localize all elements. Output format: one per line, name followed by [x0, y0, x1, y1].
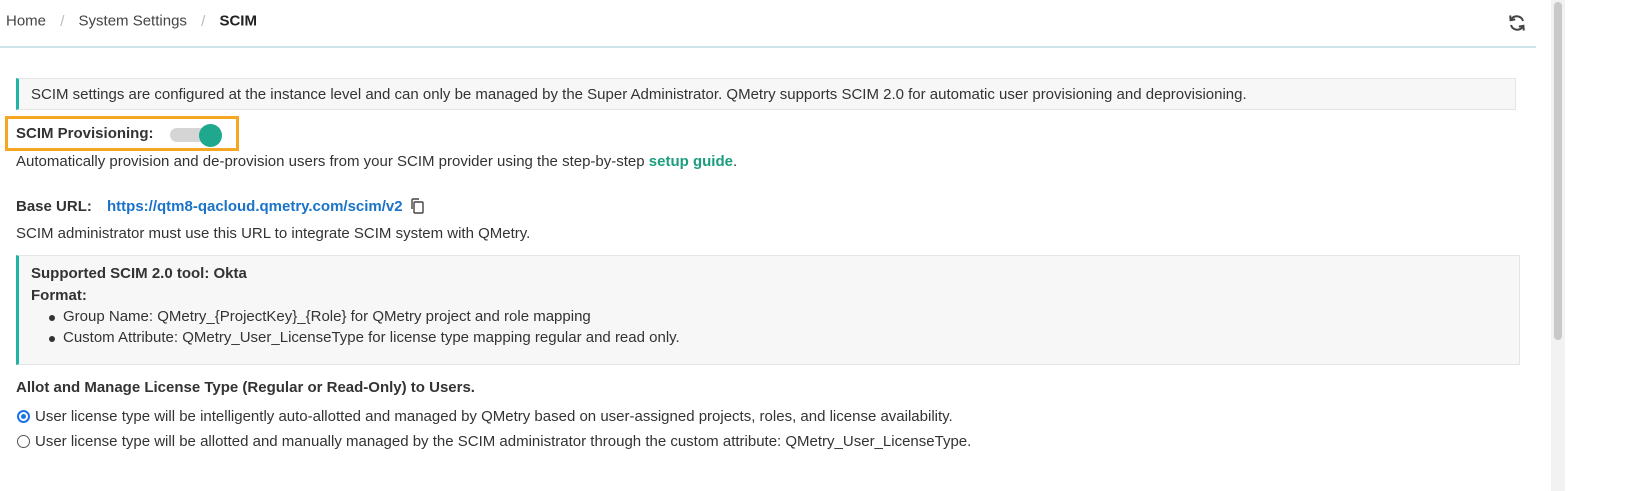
description-text: Automatically provision and de-provision…: [16, 153, 645, 170]
breadcrumb-separator: /: [60, 12, 65, 30]
breadcrumb-system-settings[interactable]: System Settings: [79, 13, 187, 30]
top-bar: Home / System Settings / SCIM: [0, 0, 1536, 48]
breadcrumb: Home / System Settings / SCIM: [6, 12, 257, 30]
base-url-label: Base URL:: [16, 198, 92, 215]
radio-auto[interactable]: [17, 410, 30, 423]
scrollbar-thumb[interactable]: [1554, 2, 1562, 340]
radio-auto-label: User license type will be intelligently …: [35, 408, 953, 425]
license-option-manual[interactable]: User license type will be allotted and m…: [17, 433, 971, 450]
radio-manual-label: User license type will be allotted and m…: [35, 433, 972, 450]
setup-guide-link[interactable]: setup guide: [649, 153, 733, 170]
vertical-scrollbar[interactable]: [1551, 0, 1565, 491]
format-label: Format:: [31, 287, 87, 304]
base-url-note: SCIM administrator must use this URL to …: [16, 225, 531, 242]
breadcrumb-current: SCIM: [219, 12, 257, 30]
description-suffix: .: [732, 153, 738, 170]
info-note: SCIM settings are configured at the inst…: [16, 78, 1516, 110]
format-list-item: Group Name: QMetry_{ProjectKey}_{Role} f…: [49, 308, 591, 325]
toggle-knob: [199, 124, 222, 147]
copy-icon[interactable]: [408, 197, 426, 215]
provisioning-description: Automatically provision and de-provision…: [16, 153, 737, 170]
breadcrumb-separator: /: [201, 12, 206, 30]
base-url-link[interactable]: https://qtm8-qacloud.qmetry.com/scim/v2: [107, 198, 403, 215]
license-section-title: Allot and Manage License Type (Regular o…: [16, 379, 475, 396]
provisioning-label: SCIM Provisioning:: [16, 125, 154, 142]
radio-manual[interactable]: [17, 435, 30, 448]
refresh-icon[interactable]: [1507, 13, 1527, 33]
breadcrumb-home[interactable]: Home: [6, 13, 46, 30]
format-list-item: Custom Attribute: QMetry_User_LicenseTyp…: [49, 329, 680, 346]
supported-tool-box: Supported SCIM 2.0 tool: Okta Format: Gr…: [16, 255, 1520, 365]
supported-tool-title: Supported SCIM 2.0 tool: Okta: [31, 265, 247, 282]
provisioning-toggle[interactable]: [170, 124, 224, 147]
license-option-auto[interactable]: User license type will be intelligently …: [17, 408, 953, 425]
